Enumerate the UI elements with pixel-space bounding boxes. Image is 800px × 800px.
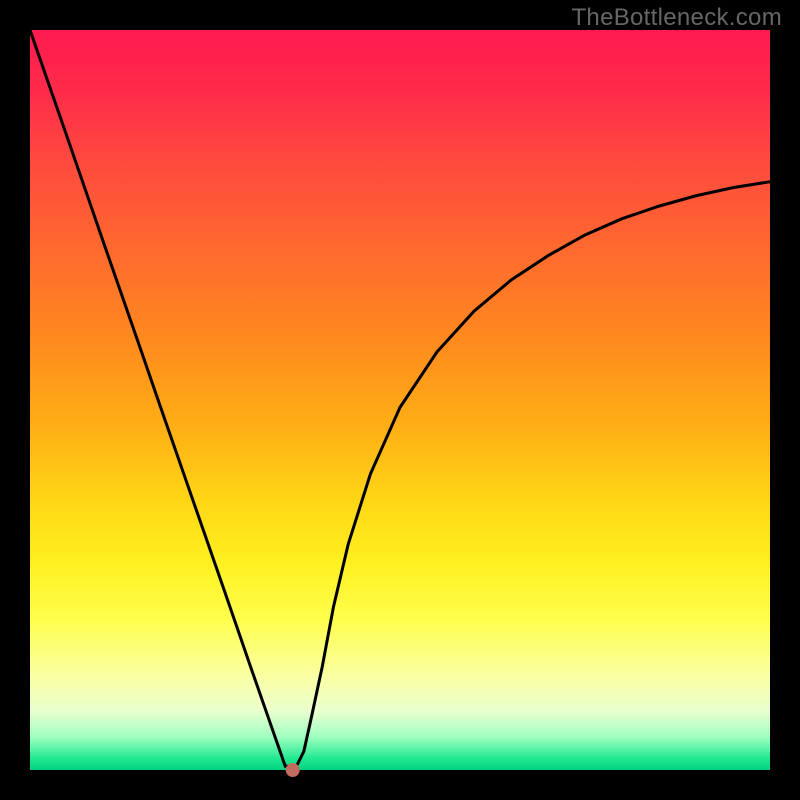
chart-canvas [0,0,800,800]
watermark-text: TheBottleneck.com [571,4,782,32]
highlight-marker [286,763,300,777]
plot-background [30,30,770,770]
bottleneck-chart: TheBottleneck.com [0,0,800,800]
